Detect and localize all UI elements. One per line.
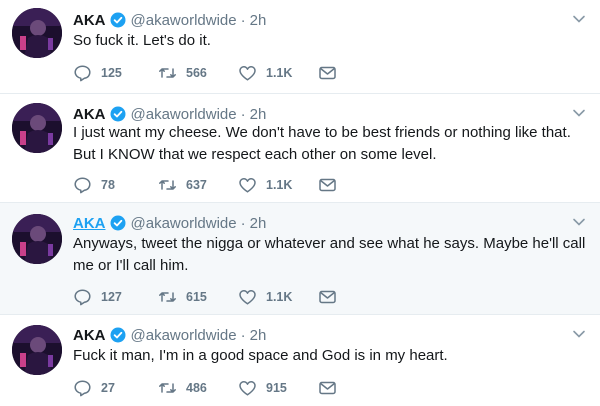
author-handle[interactable]: @akaworldwide	[131, 12, 237, 29]
envelope-icon	[319, 66, 336, 80]
reply-icon	[74, 289, 91, 306]
retweet-button[interactable]: 486	[158, 378, 207, 398]
like-button[interactable]: 1.1K	[238, 63, 292, 83]
chevron-down-icon[interactable]	[572, 106, 586, 120]
like-count: 915	[266, 381, 287, 395]
reply-button[interactable]: 125	[73, 63, 122, 83]
envelope-icon	[319, 381, 336, 395]
retweet-count: 486	[186, 381, 207, 395]
avatar[interactable]	[12, 8, 62, 58]
verified-badge-icon	[110, 327, 125, 343]
separator-dot: ·	[240, 11, 246, 29]
reply-count: 27	[101, 381, 115, 395]
avatar[interactable]	[12, 103, 62, 153]
reply-button[interactable]: 27	[73, 378, 115, 398]
reply-icon	[74, 177, 91, 194]
separator-dot: ·	[240, 105, 246, 123]
chevron-down-icon[interactable]	[572, 215, 586, 229]
retweet-button[interactable]: 615	[158, 287, 207, 307]
direct-message-button[interactable]	[318, 175, 346, 195]
tweet-feed: AKA @akaworldwide · 2h So fuck it. Let's…	[0, 0, 600, 406]
reply-button[interactable]: 127	[73, 287, 122, 307]
direct-message-button[interactable]	[318, 378, 346, 398]
heart-icon	[239, 381, 256, 396]
tweet-header: AKA @akaworldwide · 2h	[73, 325, 266, 345]
retweet-button[interactable]: 566	[158, 63, 207, 83]
reply-icon	[74, 380, 91, 397]
reply-icon	[74, 65, 91, 82]
verified-badge-icon	[110, 12, 125, 28]
author-handle[interactable]: @akaworldwide	[131, 106, 237, 123]
separator-dot: ·	[240, 214, 246, 232]
retweet-count: 637	[186, 178, 207, 192]
envelope-icon	[319, 290, 336, 304]
tweet-text: Fuck it man, I'm in a good space and God…	[73, 347, 448, 364]
tweet-text: So fuck it. Let's do it.	[73, 32, 211, 49]
retweet-icon	[159, 180, 176, 190]
heart-icon	[239, 66, 256, 81]
author-handle[interactable]: @akaworldwide	[131, 327, 237, 344]
timestamp[interactable]: 2h	[250, 12, 267, 29]
avatar[interactable]	[12, 214, 62, 264]
avatar[interactable]	[12, 325, 62, 375]
envelope-icon	[319, 178, 336, 192]
reply-count: 125	[101, 66, 122, 80]
verified-badge-icon	[110, 215, 125, 231]
like-button[interactable]: 1.1K	[238, 287, 292, 307]
heart-icon	[239, 178, 256, 193]
tweet[interactable]: AKA @akaworldwide · 2h Anyways, tweet th…	[0, 203, 600, 314]
author-name[interactable]: AKA	[73, 106, 106, 123]
tweet-header: AKA @akaworldwide · 2h	[73, 104, 266, 124]
like-count: 1.1K	[266, 290, 293, 304]
chevron-down-icon[interactable]	[572, 327, 586, 341]
reply-count: 127	[101, 290, 122, 304]
timestamp[interactable]: 2h	[250, 215, 267, 232]
tweet-text: I just want my cheese. We don't have to …	[73, 124, 571, 163]
retweet-count: 615	[186, 290, 207, 304]
verified-badge-icon	[110, 106, 125, 122]
direct-message-button[interactable]	[318, 287, 346, 307]
heart-icon	[239, 290, 256, 305]
tweet-text: Anyways, tweet the nigga or whatever and…	[73, 235, 586, 274]
direct-message-button[interactable]	[318, 63, 346, 83]
retweet-icon	[159, 68, 176, 78]
author-handle[interactable]: @akaworldwide	[131, 215, 237, 232]
retweet-button[interactable]: 637	[158, 175, 207, 195]
tweet-header: AKA @akaworldwide · 2h	[73, 10, 266, 30]
author-name[interactable]: AKA	[73, 12, 106, 29]
retweet-icon	[159, 292, 176, 302]
retweet-icon	[159, 383, 176, 393]
like-count: 1.1K	[266, 178, 293, 192]
tweet[interactable]: AKA @akaworldwide · 2h So fuck it. Let's…	[0, 0, 600, 93]
like-button[interactable]: 1.1K	[238, 175, 292, 195]
like-count: 1.1K	[266, 66, 293, 80]
timestamp[interactable]: 2h	[250, 106, 267, 123]
tweet-header: AKA @akaworldwide · 2h	[73, 213, 266, 233]
tweet[interactable]: AKA @akaworldwide · 2h I just want my ch…	[0, 94, 600, 202]
reply-button[interactable]: 78	[73, 175, 115, 195]
author-name[interactable]: AKA	[73, 215, 106, 232]
chevron-down-icon[interactable]	[572, 12, 586, 26]
author-name[interactable]: AKA	[73, 327, 106, 344]
retweet-count: 566	[186, 66, 207, 80]
separator-dot: ·	[240, 326, 246, 344]
reply-count: 78	[101, 178, 115, 192]
like-button[interactable]: 915	[238, 378, 287, 398]
timestamp[interactable]: 2h	[250, 327, 267, 344]
tweet[interactable]: AKA @akaworldwide · 2h Fuck it man, I'm …	[0, 315, 600, 406]
